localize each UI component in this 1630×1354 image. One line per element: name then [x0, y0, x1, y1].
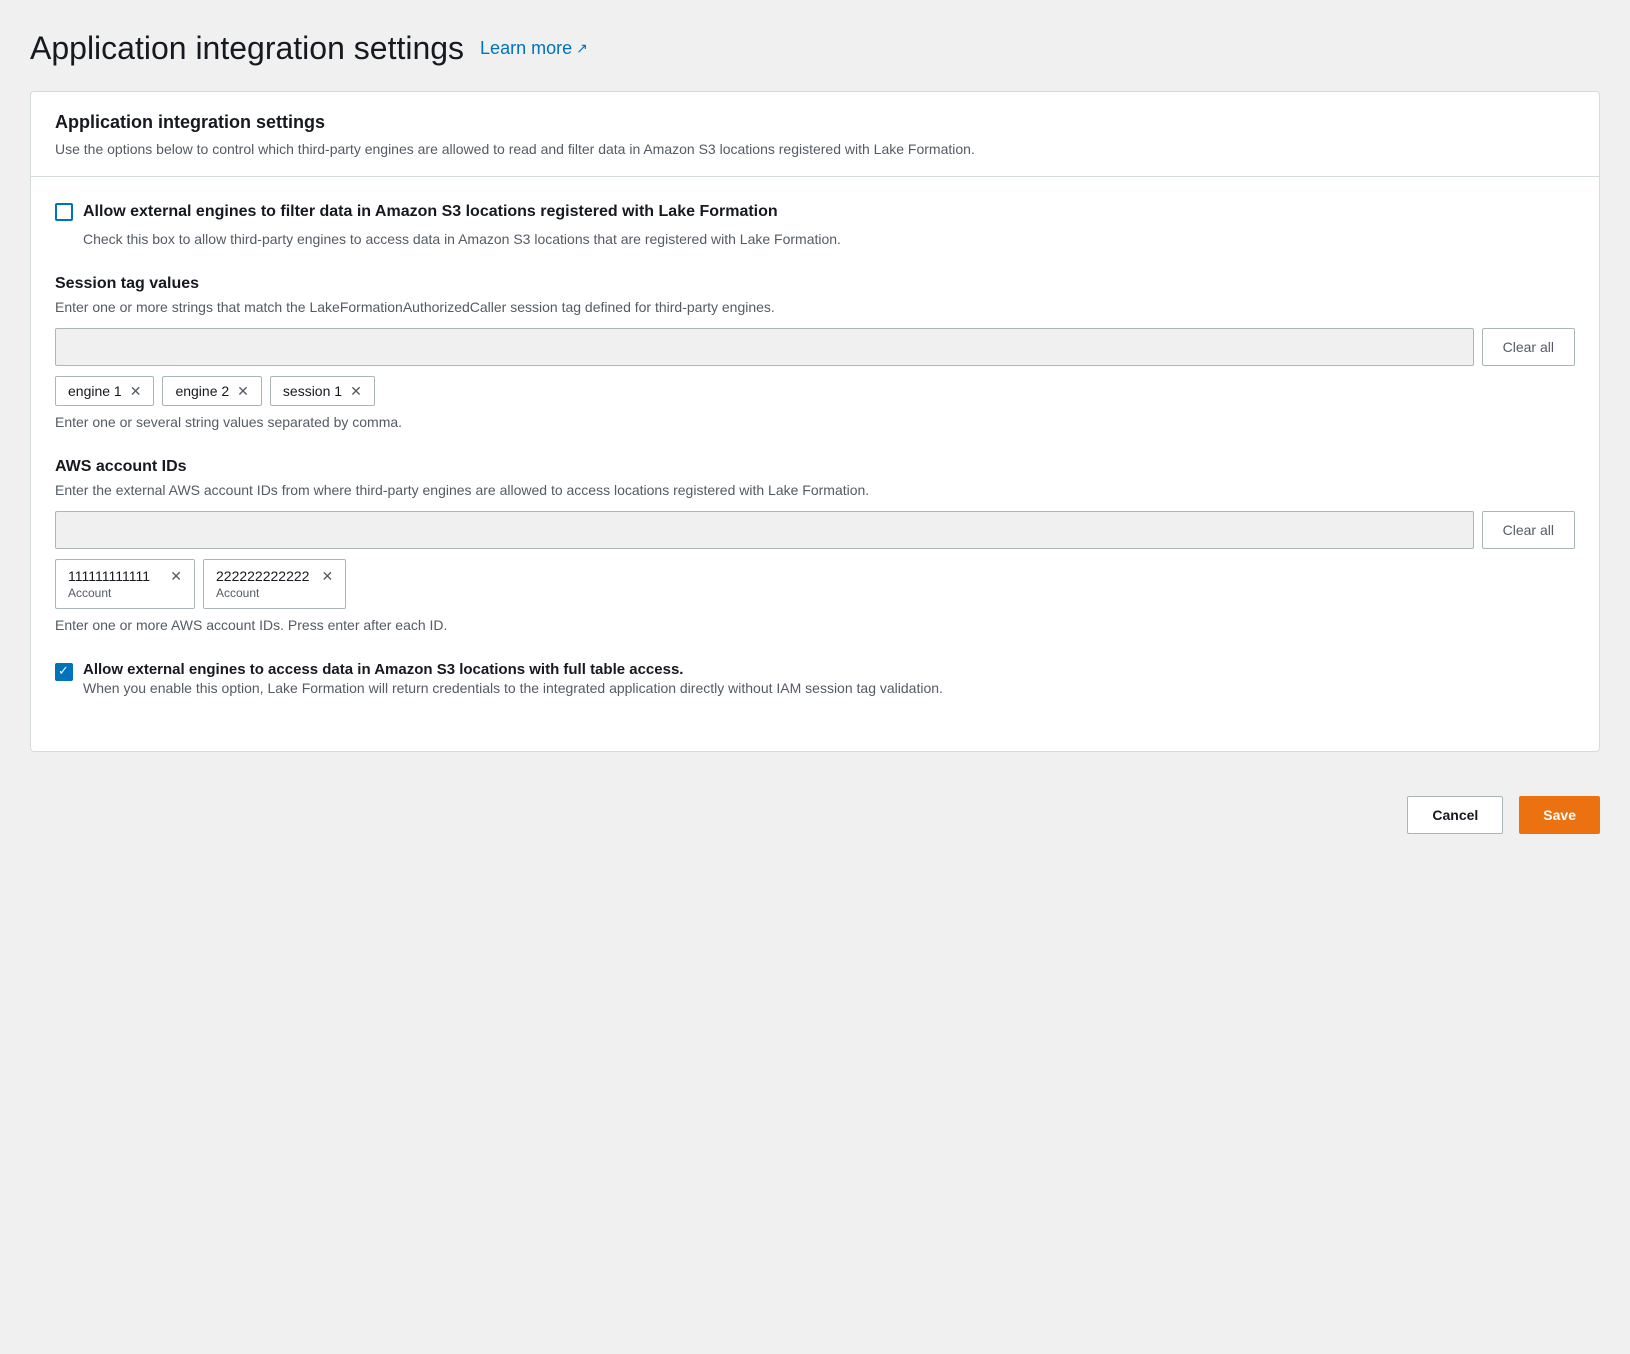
tag-remove-button[interactable]: ✕ — [237, 384, 249, 398]
full-table-checkbox[interactable] — [55, 663, 73, 681]
account-label: Account — [68, 586, 182, 600]
aws-account-ids-input-row: Clear all — [55, 511, 1575, 549]
account-label: Account — [216, 586, 333, 600]
full-table-section: Allow external engines to access data in… — [55, 661, 1575, 699]
session-tags-list: engine 1 ✕ engine 2 ✕ session 1 ✕ — [55, 376, 1575, 406]
session-tags-clear-all-button[interactable]: Clear all — [1482, 328, 1575, 366]
footer: Cancel Save — [0, 772, 1630, 858]
session-tags-title: Session tag values — [55, 275, 1575, 293]
card-header-title: Application integration settings — [55, 112, 1575, 133]
session-tags-input[interactable] — [55, 328, 1474, 366]
external-engines-section: Allow external engines to filter data in… — [55, 201, 1575, 247]
page-wrapper: Application integration settings Learn m… — [0, 0, 1630, 752]
session-tags-input-row: Clear all — [55, 328, 1575, 366]
aws-account-ids-title: AWS account IDs — [55, 458, 1575, 476]
list-item: 222222222222 ✕ Account — [203, 559, 346, 609]
account-tag-top: 111111111111 ✕ — [68, 568, 182, 584]
settings-card: Application integration settings Use the… — [30, 91, 1600, 752]
aws-account-ids-list: 111111111111 ✕ Account 222222222222 ✕ Ac… — [55, 559, 1575, 609]
aws-account-ids-input[interactable] — [55, 511, 1474, 549]
full-table-desc: When you enable this option, Lake Format… — [83, 678, 943, 699]
full-table-label[interactable]: Allow external engines to access data in… — [83, 661, 683, 678]
list-item: session 1 ✕ — [270, 376, 375, 406]
session-tags-section: Session tag values Enter one or more str… — [55, 275, 1575, 430]
cancel-button[interactable]: Cancel — [1407, 796, 1503, 834]
aws-account-ids-section: AWS account IDs Enter the external AWS a… — [55, 458, 1575, 633]
aws-account-ids-helper: Enter one or more AWS account IDs. Press… — [55, 617, 1575, 633]
page-title-row: Application integration settings Learn m… — [30, 30, 1600, 67]
tag-remove-button[interactable]: ✕ — [350, 384, 362, 398]
external-engines-checkbox-row: Allow external engines to filter data in… — [55, 201, 1575, 223]
full-table-text: Allow external engines to access data in… — [83, 661, 943, 699]
page-title: Application integration settings — [30, 30, 464, 67]
card-header: Application integration settings Use the… — [31, 92, 1599, 177]
save-button[interactable]: Save — [1519, 796, 1600, 834]
list-item: engine 2 ✕ — [162, 376, 261, 406]
session-tags-desc: Enter one or more strings that match the… — [55, 297, 1575, 318]
tag-label: engine 2 — [175, 383, 229, 399]
aws-account-ids-clear-all-button[interactable]: Clear all — [1482, 511, 1575, 549]
external-engines-checkbox[interactable] — [55, 203, 73, 221]
session-tags-helper: Enter one or several string values separ… — [55, 414, 1575, 430]
external-link-icon: ↗ — [576, 40, 588, 57]
list-item: engine 1 ✕ — [55, 376, 154, 406]
tag-remove-button[interactable]: ✕ — [130, 384, 142, 398]
external-engines-label[interactable]: Allow external engines to filter data in… — [83, 201, 778, 223]
full-table-checkbox-row: Allow external engines to access data in… — [55, 661, 1575, 699]
learn-more-link[interactable]: Learn more ↗ — [480, 38, 588, 59]
account-remove-button[interactable]: ✕ — [321, 569, 333, 583]
account-id: 222222222222 — [216, 568, 309, 584]
learn-more-label: Learn more — [480, 38, 572, 59]
card-body: Allow external engines to filter data in… — [31, 177, 1599, 751]
account-tag-top: 222222222222 ✕ — [216, 568, 333, 584]
list-item: 111111111111 ✕ Account — [55, 559, 195, 609]
account-id: 111111111111 — [68, 568, 150, 584]
tag-label: engine 1 — [68, 383, 122, 399]
tag-label: session 1 — [283, 383, 342, 399]
card-header-desc: Use the options below to control which t… — [55, 139, 1575, 160]
account-remove-button[interactable]: ✕ — [170, 569, 182, 583]
aws-account-ids-desc: Enter the external AWS account IDs from … — [55, 480, 1575, 501]
external-engines-desc: Check this box to allow third-party engi… — [83, 231, 1575, 247]
